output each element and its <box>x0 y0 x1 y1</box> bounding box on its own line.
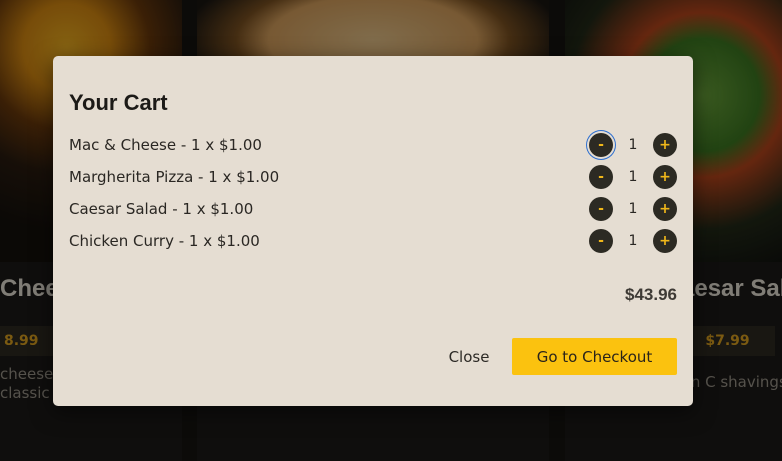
increment-button[interactable]: + <box>653 133 677 157</box>
cart-item: Margherita Pizza - 1 x $1.00 - 1 + <box>69 161 677 193</box>
increment-button[interactable]: + <box>653 229 677 253</box>
quantity-value: 1 <box>628 201 638 217</box>
cart-item-text: Margherita Pizza - 1 x $1.00 <box>69 168 280 186</box>
decrement-button[interactable]: - <box>589 165 613 189</box>
quantity-stepper: - 1 + <box>589 229 677 253</box>
cart-item-text: Mac & Cheese - 1 x $1.00 <box>69 136 262 154</box>
quantity-value: 1 <box>628 137 638 153</box>
cart-total: $43.96 <box>625 285 677 304</box>
quantity-stepper: - 1 + <box>589 165 677 189</box>
increment-button[interactable]: + <box>653 165 677 189</box>
cart-title: Your Cart <box>69 90 168 115</box>
quantity-stepper: - 1 + <box>589 133 677 157</box>
cart-item: Chicken Curry - 1 x $1.00 - 1 + <box>69 225 677 257</box>
increment-button[interactable]: + <box>653 197 677 221</box>
quantity-value: 1 <box>628 233 638 249</box>
cart-modal: Your Cart Mac & Cheese - 1 x $1.00 - 1 +… <box>53 56 693 406</box>
close-button[interactable]: Close <box>436 338 502 375</box>
cart-item-text: Chicken Curry - 1 x $1.00 <box>69 232 260 250</box>
cart-item-list: Mac & Cheese - 1 x $1.00 - 1 + Margherit… <box>69 129 677 257</box>
quantity-value: 1 <box>628 169 638 185</box>
checkout-button[interactable]: Go to Checkout <box>512 338 677 375</box>
cart-item-text: Caesar Salad - 1 x $1.00 <box>69 200 254 218</box>
decrement-button[interactable]: - <box>589 229 613 253</box>
cart-item: Caesar Salad - 1 x $1.00 - 1 + <box>69 193 677 225</box>
quantity-stepper: - 1 + <box>589 197 677 221</box>
cart-item: Mac & Cheese - 1 x $1.00 - 1 + <box>69 129 677 161</box>
decrement-button[interactable]: - <box>589 133 613 157</box>
decrement-button[interactable]: - <box>589 197 613 221</box>
